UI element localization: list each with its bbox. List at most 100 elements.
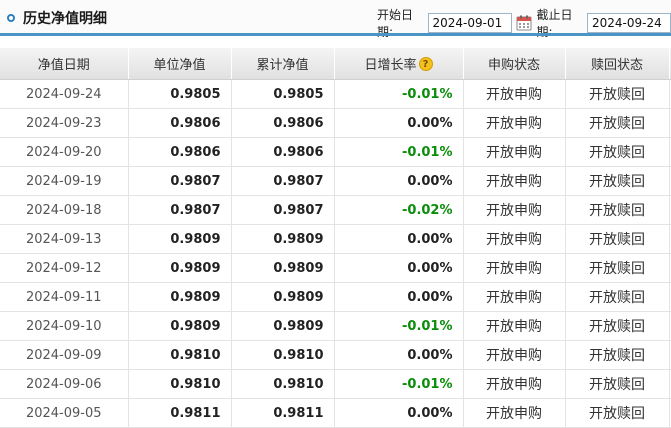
table-row: 2024-09-05 0.9811 0.9811 0.00% 开放申购 开放赎回 bbox=[0, 398, 671, 428]
cell-daily-growth: -0.01% bbox=[333, 311, 463, 341]
table-row: 2024-09-10 0.9809 0.9809 -0.01% 开放申购 开放赎回 bbox=[0, 311, 671, 341]
cell-daily-growth: 0.00% bbox=[333, 166, 463, 196]
table-row: 2024-09-09 0.9810 0.9810 0.00% 开放申购 开放赎回 bbox=[0, 340, 671, 370]
cell-unit-nav: 0.9807 bbox=[127, 166, 231, 196]
col-header-accum-nav: 累计净值 bbox=[230, 48, 334, 80]
cell-unit-nav: 0.9806 bbox=[127, 108, 231, 138]
cell-buy-status: 开放申购 bbox=[462, 311, 565, 341]
cell-daily-growth: 0.00% bbox=[333, 398, 463, 428]
cell-unit-nav: 0.9811 bbox=[127, 398, 231, 428]
cell-redeem-status: 开放赎回 bbox=[564, 108, 669, 138]
question-mark-icon[interactable]: ? bbox=[418, 56, 433, 71]
cell-unit-nav: 0.9807 bbox=[127, 195, 231, 225]
cell-daily-growth: 0.00% bbox=[333, 108, 463, 138]
cell-redeem-status: 开放赎回 bbox=[564, 224, 669, 254]
col-header-redeem-status: 赎回状态 bbox=[564, 48, 669, 80]
cell-accum-nav: 0.9809 bbox=[230, 224, 334, 254]
section-header: 历史净值明细 开始日期: 截止日期: bbox=[0, 0, 671, 39]
nav-history-table: 净值日期 单位净值 累计净值 日增长率 ? 申购状态 赎回状态 2024-09-… bbox=[0, 48, 671, 428]
ring-bullet-icon bbox=[7, 14, 15, 22]
cell-accum-nav: 0.9807 bbox=[230, 195, 334, 225]
cell-accum-nav: 0.9809 bbox=[230, 311, 334, 341]
cell-accum-nav: 0.9805 bbox=[230, 79, 334, 109]
cell-daily-growth: 0.00% bbox=[333, 253, 463, 283]
cell-daily-growth: -0.01% bbox=[333, 79, 463, 109]
cell-buy-status: 开放申购 bbox=[462, 369, 565, 399]
cell-daily-growth: -0.01% bbox=[333, 369, 463, 399]
cell-date: 2024-09-13 bbox=[0, 224, 128, 254]
cell-accum-nav: 0.9806 bbox=[230, 108, 334, 138]
cell-unit-nav: 0.9809 bbox=[127, 253, 231, 283]
cell-unit-nav: 0.9806 bbox=[127, 137, 231, 167]
col-header-date: 净值日期 bbox=[0, 48, 128, 80]
cell-accum-nav: 0.9807 bbox=[230, 166, 334, 196]
cell-date: 2024-09-23 bbox=[0, 108, 128, 138]
cell-redeem-status: 开放赎回 bbox=[564, 369, 669, 399]
cell-date: 2024-09-10 bbox=[0, 311, 128, 341]
calendar-icon[interactable] bbox=[516, 15, 532, 31]
table-row: 2024-09-18 0.9807 0.9807 -0.02% 开放申购 开放赎回 bbox=[0, 195, 671, 225]
cell-date: 2024-09-20 bbox=[0, 137, 128, 167]
cell-date: 2024-09-12 bbox=[0, 253, 128, 283]
cell-unit-nav: 0.9809 bbox=[127, 282, 231, 312]
cell-accum-nav: 0.9806 bbox=[230, 137, 334, 167]
section-title-wrap: 历史净值明细 bbox=[7, 8, 107, 28]
cell-redeem-status: 开放赎回 bbox=[564, 282, 669, 312]
cell-redeem-status: 开放赎回 bbox=[564, 398, 669, 428]
table-row: 2024-09-24 0.9805 0.9805 -0.01% 开放申购 开放赎回 bbox=[0, 79, 671, 109]
cell-buy-status: 开放申购 bbox=[462, 282, 565, 312]
table-row: 2024-09-19 0.9807 0.9807 0.00% 开放申购 开放赎回 bbox=[0, 166, 671, 196]
cell-unit-nav: 0.9809 bbox=[127, 224, 231, 254]
end-date-input[interactable] bbox=[587, 13, 671, 33]
table-body: 2024-09-24 0.9805 0.9805 -0.01% 开放申购 开放赎回 2024… bbox=[0, 79, 671, 428]
cell-buy-status: 开放申购 bbox=[462, 166, 565, 196]
cell-date: 2024-09-09 bbox=[0, 340, 128, 370]
cell-buy-status: 开放申购 bbox=[462, 398, 565, 428]
cell-daily-growth: 0.00% bbox=[333, 282, 463, 312]
cell-redeem-status: 开放赎回 bbox=[564, 166, 669, 196]
cell-daily-growth: 0.00% bbox=[333, 224, 463, 254]
cell-accum-nav: 0.9811 bbox=[230, 398, 334, 428]
col-header-unit-nav: 单位净值 bbox=[127, 48, 231, 80]
cell-accum-nav: 0.9809 bbox=[230, 253, 334, 283]
cell-date: 2024-09-11 bbox=[0, 282, 128, 312]
cell-buy-status: 开放申购 bbox=[462, 108, 565, 138]
cell-unit-nav: 0.9809 bbox=[127, 311, 231, 341]
cell-buy-status: 开放申购 bbox=[462, 79, 565, 109]
cell-buy-status: 开放申购 bbox=[462, 137, 565, 167]
section-title: 历史净值明细 bbox=[23, 11, 107, 27]
start-date-input[interactable] bbox=[427, 13, 512, 33]
col-header-daily-growth: 日增长率 ? bbox=[333, 48, 463, 80]
table-row: 2024-09-12 0.9809 0.9809 0.00% 开放申购 开放赎回 bbox=[0, 253, 671, 283]
cell-daily-growth: -0.01% bbox=[333, 137, 463, 167]
cell-buy-status: 开放申购 bbox=[462, 340, 565, 370]
cell-accum-nav: 0.9809 bbox=[230, 282, 334, 312]
cell-redeem-status: 开放赎回 bbox=[564, 311, 669, 341]
cell-daily-growth: -0.02% bbox=[333, 195, 463, 225]
cell-date: 2024-09-19 bbox=[0, 166, 128, 196]
cell-unit-nav: 0.9810 bbox=[127, 340, 231, 370]
cell-buy-status: 开放申购 bbox=[462, 195, 565, 225]
cell-date: 2024-09-24 bbox=[0, 79, 128, 109]
cell-redeem-status: 开放赎回 bbox=[564, 253, 669, 283]
cell-daily-growth: 0.00% bbox=[333, 340, 463, 370]
header-accent-rule bbox=[0, 33, 671, 36]
cell-date: 2024-09-18 bbox=[0, 195, 128, 225]
table-row: 2024-09-23 0.9806 0.9806 0.00% 开放申购 开放赎回 bbox=[0, 108, 671, 138]
col-header-daily-growth-label: 日增长率 bbox=[364, 58, 417, 73]
cell-date: 2024-09-06 bbox=[0, 369, 128, 399]
cell-accum-nav: 0.9810 bbox=[230, 340, 334, 370]
cell-date: 2024-09-05 bbox=[0, 398, 128, 428]
cell-redeem-status: 开放赎回 bbox=[564, 195, 669, 225]
cell-unit-nav: 0.9805 bbox=[127, 79, 231, 109]
table-row: 2024-09-11 0.9809 0.9809 0.00% 开放申购 开放赎回 bbox=[0, 282, 671, 312]
cell-redeem-status: 开放赎回 bbox=[564, 137, 669, 167]
col-header-buy-status: 申购状态 bbox=[462, 48, 565, 80]
cell-buy-status: 开放申购 bbox=[462, 253, 565, 283]
cell-accum-nav: 0.9810 bbox=[230, 369, 334, 399]
cell-buy-status: 开放申购 bbox=[462, 224, 565, 254]
cell-unit-nav: 0.9810 bbox=[127, 369, 231, 399]
table-row: 2024-09-20 0.9806 0.9806 -0.01% 开放申购 开放赎回 bbox=[0, 137, 671, 167]
table-row: 2024-09-06 0.9810 0.9810 -0.01% 开放申购 开放赎回 bbox=[0, 369, 671, 399]
cell-redeem-status: 开放赎回 bbox=[564, 340, 669, 370]
